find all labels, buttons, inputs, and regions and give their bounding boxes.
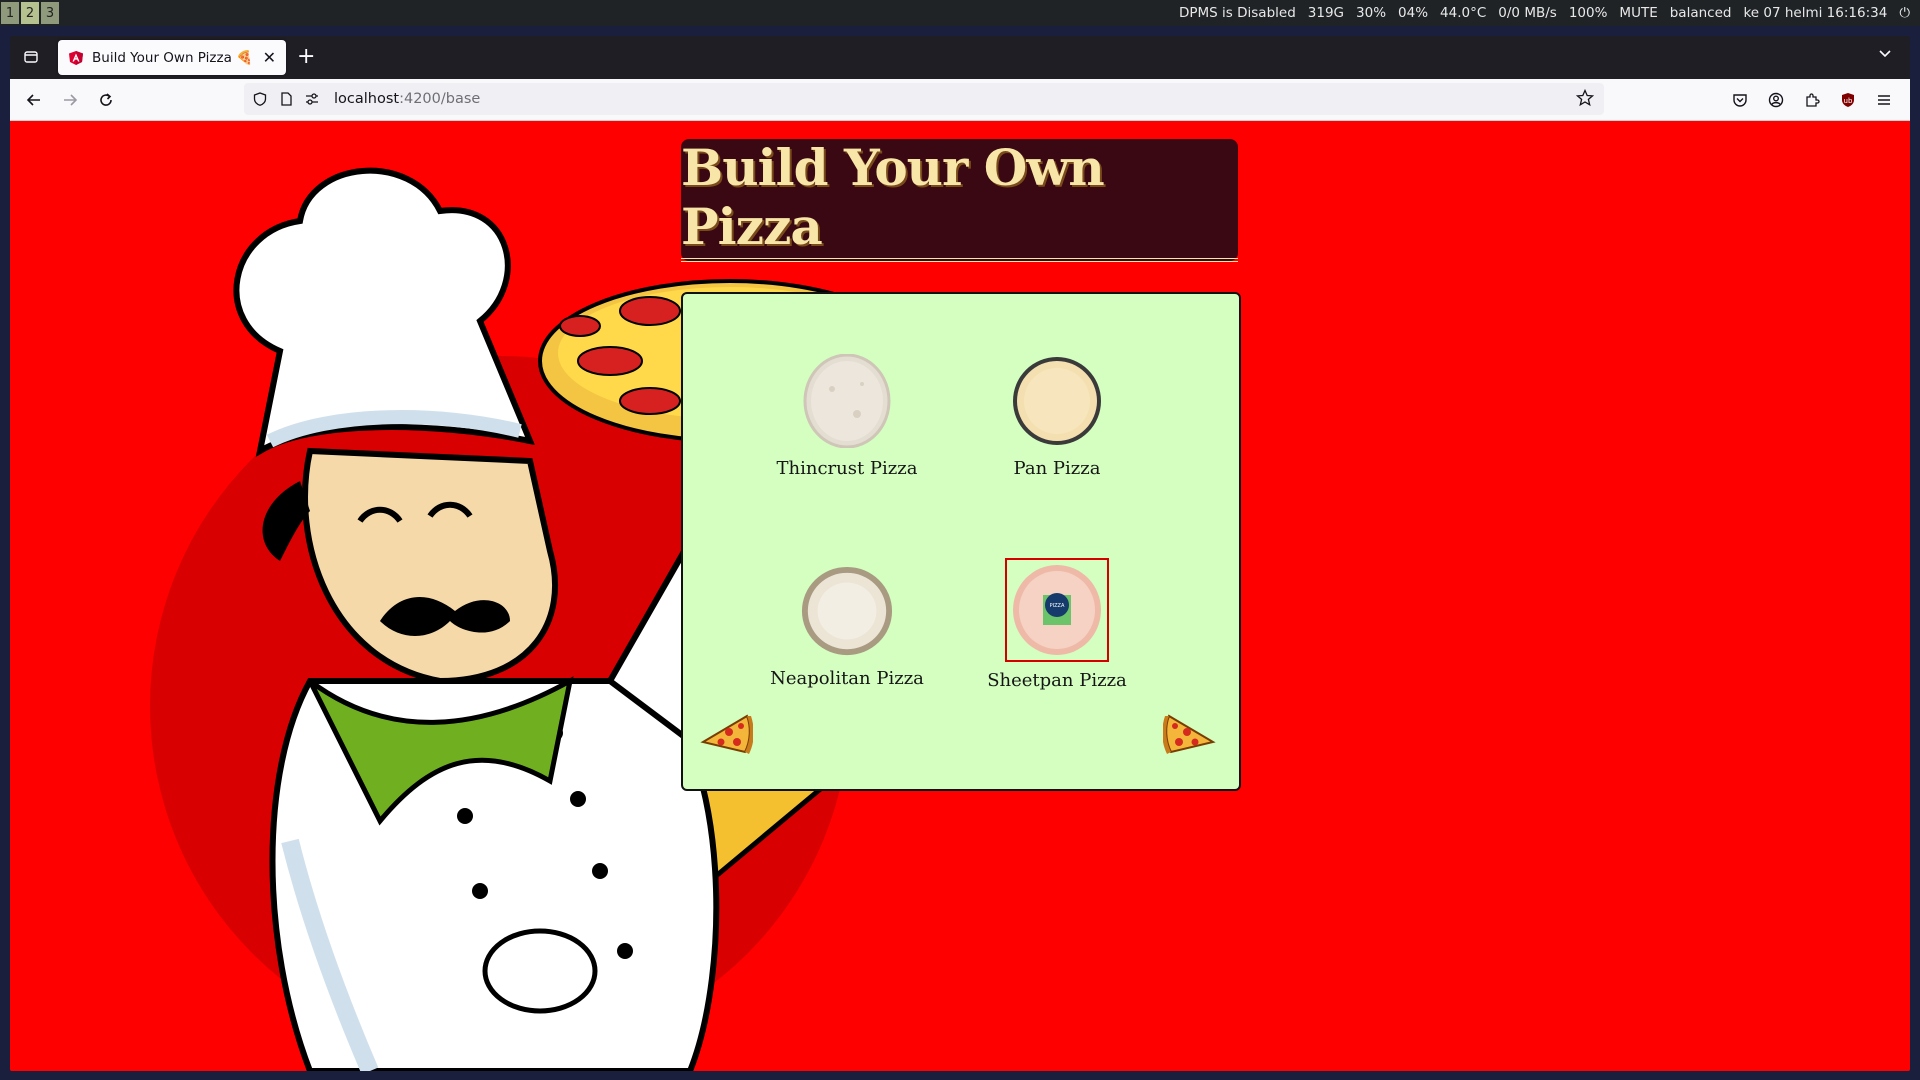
power-icon[interactable]: ⏻ (1899, 5, 1910, 21)
option-label: Neapolitan Pizza (770, 668, 924, 689)
account-icon[interactable] (1764, 88, 1788, 112)
menu-icon[interactable] (1872, 88, 1896, 112)
status-indicators: DPMS is Disabled 319G 30% 04% 44.0°C 0/0… (1179, 5, 1920, 21)
workspace-switcher: 1 2 3 (1, 2, 61, 24)
pizza-base-panel: Thincrust Pizza Pan Pizza Neapolitan Piz… (681, 292, 1241, 791)
thincrust-image (798, 352, 896, 450)
pocket-icon[interactable] (1728, 88, 1752, 112)
option-neapolitan-pizza[interactable]: Neapolitan Pizza (747, 562, 947, 689)
ublock-icon[interactable]: ub (1836, 88, 1860, 112)
url-text[interactable]: localhost:4200/base (334, 91, 480, 107)
workspace-3[interactable]: 3 (41, 2, 59, 24)
plus-icon[interactable]: + (297, 44, 315, 69)
clock: ke 07 helmi 16:16:34 (1743, 5, 1888, 21)
close-icon[interactable]: ✕ (263, 48, 276, 67)
title-banner: Build Your Own Pizza (681, 138, 1238, 262)
battery-status: 100% (1568, 5, 1608, 21)
forward-icon[interactable] (58, 88, 82, 112)
back-icon[interactable] (22, 88, 46, 112)
url-path: :4200/base (399, 91, 481, 107)
volume-status: MUTE (1619, 5, 1658, 21)
svg-text:PIZZA: PIZZA (1050, 603, 1065, 609)
memory-status: 30% (1356, 5, 1387, 21)
option-thincrust-pizza[interactable]: Thincrust Pizza (747, 352, 947, 479)
extensions-icon[interactable] (1800, 88, 1824, 112)
shield-icon[interactable] (250, 89, 270, 109)
tab-build-your-own-pizza[interactable]: Build Your Own Pizza 🍕 ✕ (58, 40, 286, 75)
reload-icon[interactable] (94, 88, 118, 112)
navigation-toolbar: localhost:4200/base ub (10, 79, 1910, 121)
bookmark-star-icon[interactable] (1575, 88, 1595, 111)
permissions-icon[interactable] (302, 89, 322, 109)
sheetpan-image: PIZZA (1005, 558, 1109, 662)
tab-strip: Build Your Own Pizza 🍕 ✕ + (10, 36, 1910, 79)
page-icon[interactable] (276, 89, 296, 109)
tab-list-icon[interactable] (20, 46, 42, 68)
svg-text:ub: ub (1844, 97, 1853, 105)
option-pan-pizza[interactable]: Pan Pizza (957, 352, 1157, 479)
option-label: Pan Pizza (1013, 458, 1101, 479)
temperature-status: 44.0°C (1440, 5, 1487, 21)
pizza-slice-right-icon[interactable] (1162, 712, 1217, 756)
url-host: localhost (334, 91, 400, 107)
option-sheetpan-pizza[interactable]: PIZZA Sheetpan Pizza (957, 558, 1157, 691)
option-label: Sheetpan Pizza (987, 670, 1127, 691)
system-status-bar: 1 2 3 DPMS is Disabled 319G 30% 04% 44.0… (0, 0, 1920, 26)
chevron-down-icon[interactable] (1878, 46, 1892, 64)
pizza-slice-left-icon[interactable] (699, 712, 754, 756)
pan-image (1008, 352, 1106, 450)
page-title: Build Your Own Pizza (681, 138, 1238, 262)
dpms-status: DPMS is Disabled (1179, 5, 1296, 21)
tab-title: Build Your Own Pizza 🍕 (92, 49, 253, 66)
page-content: Build Your Own Pizza Thincrust Pizza Pan… (10, 121, 1910, 1071)
disk-status: 319G (1307, 5, 1345, 21)
cpu-status: 04% (1398, 5, 1429, 21)
workspace-2[interactable]: 2 (21, 2, 39, 24)
network-status: 0/0 MB/s (1498, 5, 1557, 21)
workspace-1[interactable]: 1 (1, 2, 19, 24)
url-bar[interactable]: localhost:4200/base (244, 83, 1604, 115)
angular-favicon (69, 50, 83, 65)
browser-window: Build Your Own Pizza 🍕 ✕ + localhost:420… (10, 36, 1910, 1071)
neapolitan-image (798, 562, 896, 660)
option-label: Thincrust Pizza (776, 458, 918, 479)
power-profile-status: balanced (1669, 5, 1732, 21)
